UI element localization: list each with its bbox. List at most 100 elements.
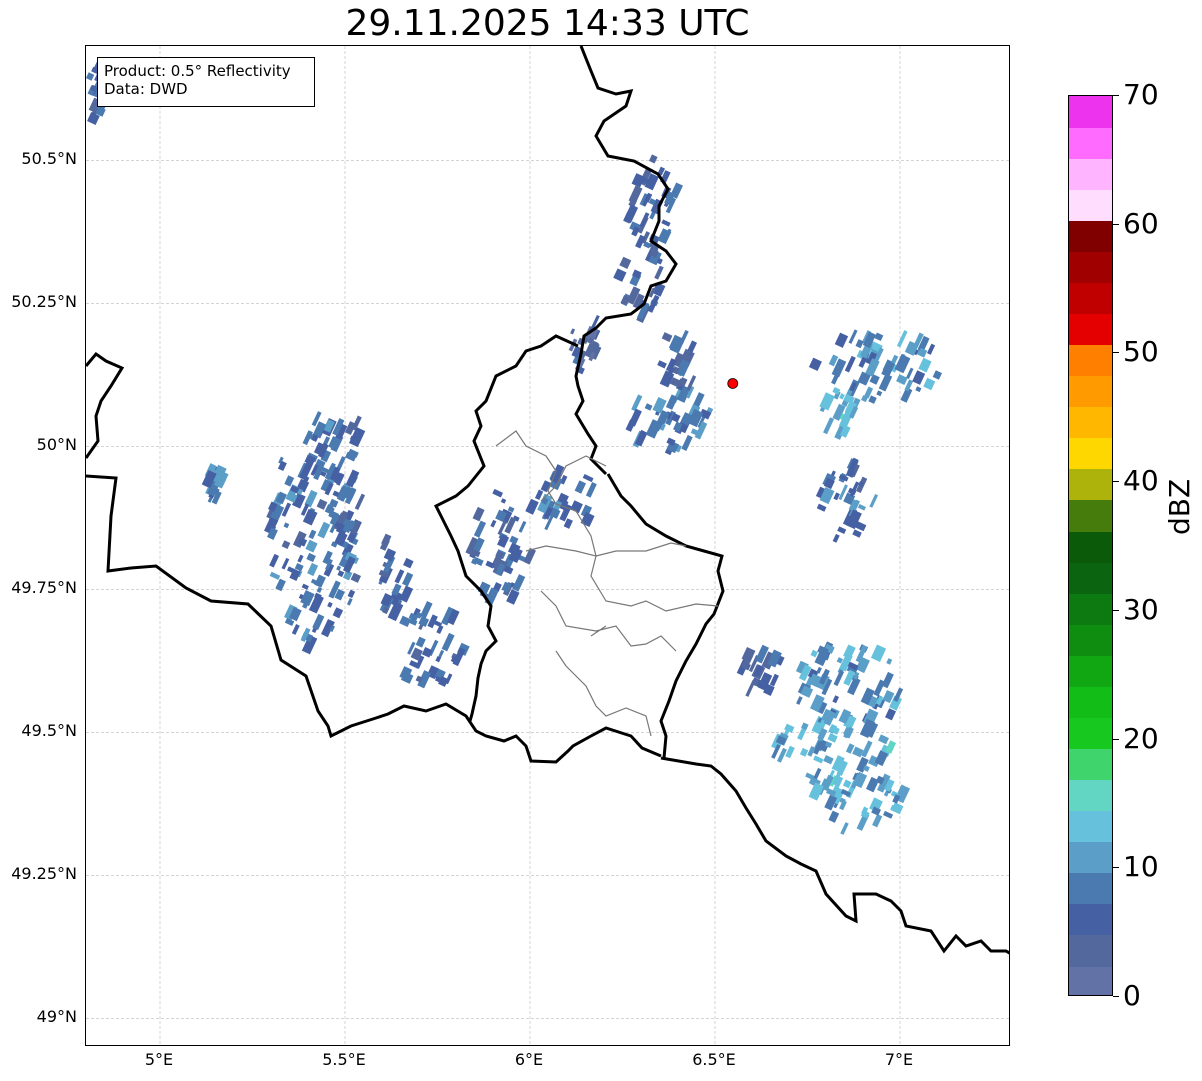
radar-echo-pixel — [881, 671, 894, 689]
colorbar-segment — [1069, 251, 1112, 283]
colorbar-segment — [1069, 344, 1112, 377]
radar-echo-pixel — [918, 357, 932, 373]
radar-echo-pixel — [869, 494, 879, 508]
radar-echo-pixel — [832, 695, 840, 704]
radar-echo-pixel — [350, 572, 362, 583]
radar-echo-pixel — [305, 539, 318, 553]
radar-echo-pixel — [269, 553, 280, 568]
lon-tick-label: 6.5°E — [692, 1050, 736, 1069]
radar-echo-pixel — [816, 503, 827, 512]
colorbar-segment — [1069, 220, 1112, 252]
radar-echo-pixel — [873, 679, 886, 697]
radar-echo-pixel — [631, 394, 643, 412]
colorbar-segment — [1069, 655, 1112, 687]
radar-echo-pixel — [648, 154, 658, 164]
radar-echo-pixel — [534, 489, 544, 500]
colorbar-segment — [1069, 779, 1112, 812]
colorbar-tick-mark — [1113, 738, 1119, 740]
data-source-label: Data: DWD — [104, 80, 188, 98]
lon-tick-label: 5°E — [144, 1050, 174, 1069]
radar-echo-pixel — [473, 520, 487, 538]
radar-map[interactable] — [85, 45, 1010, 1046]
lat-tick-label: 50°N — [36, 435, 77, 455]
colorbar-segment — [1069, 593, 1112, 625]
colorbar-tick-mark — [1113, 996, 1119, 997]
radar-site-marker[interactable] — [727, 378, 739, 389]
radar-echo-pixel — [813, 755, 824, 764]
radar-echo-pixel — [306, 552, 316, 563]
radar-echo-pixel — [842, 779, 852, 789]
radar-echo-pixel — [354, 493, 366, 511]
border-west — [86, 351, 125, 459]
radar-echo-pixel — [852, 746, 864, 758]
radar-echo-pixel — [297, 554, 304, 563]
radar-echo-pixel — [852, 529, 862, 538]
radar-echo-pixel — [472, 506, 485, 522]
radar-echo-pixel — [283, 522, 290, 529]
lon-tick-label: 7°E — [884, 1050, 914, 1069]
colorbar-segment — [1069, 375, 1112, 408]
colorbar-segment — [1069, 189, 1112, 221]
colorbar-tick-label: 40 — [1123, 464, 1159, 498]
radar-echo-pixel — [312, 613, 325, 631]
radar-echo-pixel — [613, 268, 627, 282]
border-luxembourg-germany — [606, 473, 725, 759]
colorbar-tick-label: 30 — [1123, 592, 1159, 626]
radar-echo-pixel — [883, 810, 894, 819]
colorbar-segment — [1069, 562, 1112, 594]
map-canvas — [86, 46, 1009, 1045]
radar-echo-pixel — [509, 535, 519, 545]
radar-echo-pixel — [269, 571, 281, 580]
radar-echo-pixel — [316, 586, 323, 593]
radar-echo-pixel — [885, 708, 897, 721]
radar-echo-pixel — [492, 488, 504, 498]
radar-echo-pixel — [839, 393, 845, 400]
radar-echo-pixel — [923, 377, 936, 391]
radar-echo-pixel — [402, 572, 414, 587]
radar-echo-pixel — [497, 520, 507, 536]
colorbar-tick-label: 60 — [1123, 206, 1159, 240]
radar-echo-pixel — [347, 589, 356, 599]
radar-echo-pixel — [848, 329, 858, 344]
radar-echo-pixel — [872, 813, 883, 828]
radar-echo-pixel — [345, 469, 360, 488]
colorbar-segment — [1069, 748, 1112, 781]
radar-echo-pixel — [661, 219, 671, 227]
colorbar-tick-label: 20 — [1123, 721, 1159, 755]
radar-echo-pixel — [582, 474, 594, 483]
radar-echo-pixel — [823, 417, 835, 435]
colorbar-segment — [1069, 127, 1112, 159]
radar-echo-pixel — [816, 666, 822, 674]
admin-boundaries — [495, 430, 719, 737]
radar-echo-pixel — [421, 646, 433, 658]
radar-echo-pixel — [808, 357, 822, 372]
colorbar-tick-mark — [1113, 352, 1119, 354]
radar-echo-pixel — [844, 355, 856, 373]
colorbar-segment — [1069, 499, 1112, 532]
lat-tick-label: 50.25°N — [11, 292, 77, 312]
radar-echo-pixel — [654, 265, 664, 280]
colorbar-tick-label: 50 — [1123, 335, 1159, 369]
radar-site-layer — [727, 378, 739, 389]
colorbar-tick-mark — [1113, 609, 1119, 611]
colorbar-tick-label: 10 — [1123, 850, 1159, 884]
radar-echo-pixel — [915, 386, 922, 393]
colorbar-segment — [1069, 624, 1112, 656]
colorbar-segment — [1069, 158, 1112, 190]
radar-echo-pixel — [926, 343, 936, 355]
colorbar-segment — [1069, 717, 1112, 750]
radar-echo-pixel — [628, 408, 642, 427]
lat-tick-label: 49.5°N — [21, 721, 77, 741]
colorbar-segment — [1069, 468, 1112, 501]
radar-echo-pixel — [420, 601, 433, 619]
radar-echo-pixel — [837, 526, 847, 535]
radar-echo-pixel — [874, 332, 884, 342]
radar-echo-pixel — [291, 624, 300, 635]
colorbar-segment — [1069, 437, 1112, 470]
border-belgium-france — [86, 474, 662, 764]
radar-echo-pixel — [628, 185, 643, 204]
lat-tick-label: 49.25°N — [11, 864, 77, 884]
radar-echo-pixel — [314, 574, 326, 588]
radar-echo-pixel — [308, 529, 317, 540]
radar-echo-pixel — [823, 755, 834, 765]
